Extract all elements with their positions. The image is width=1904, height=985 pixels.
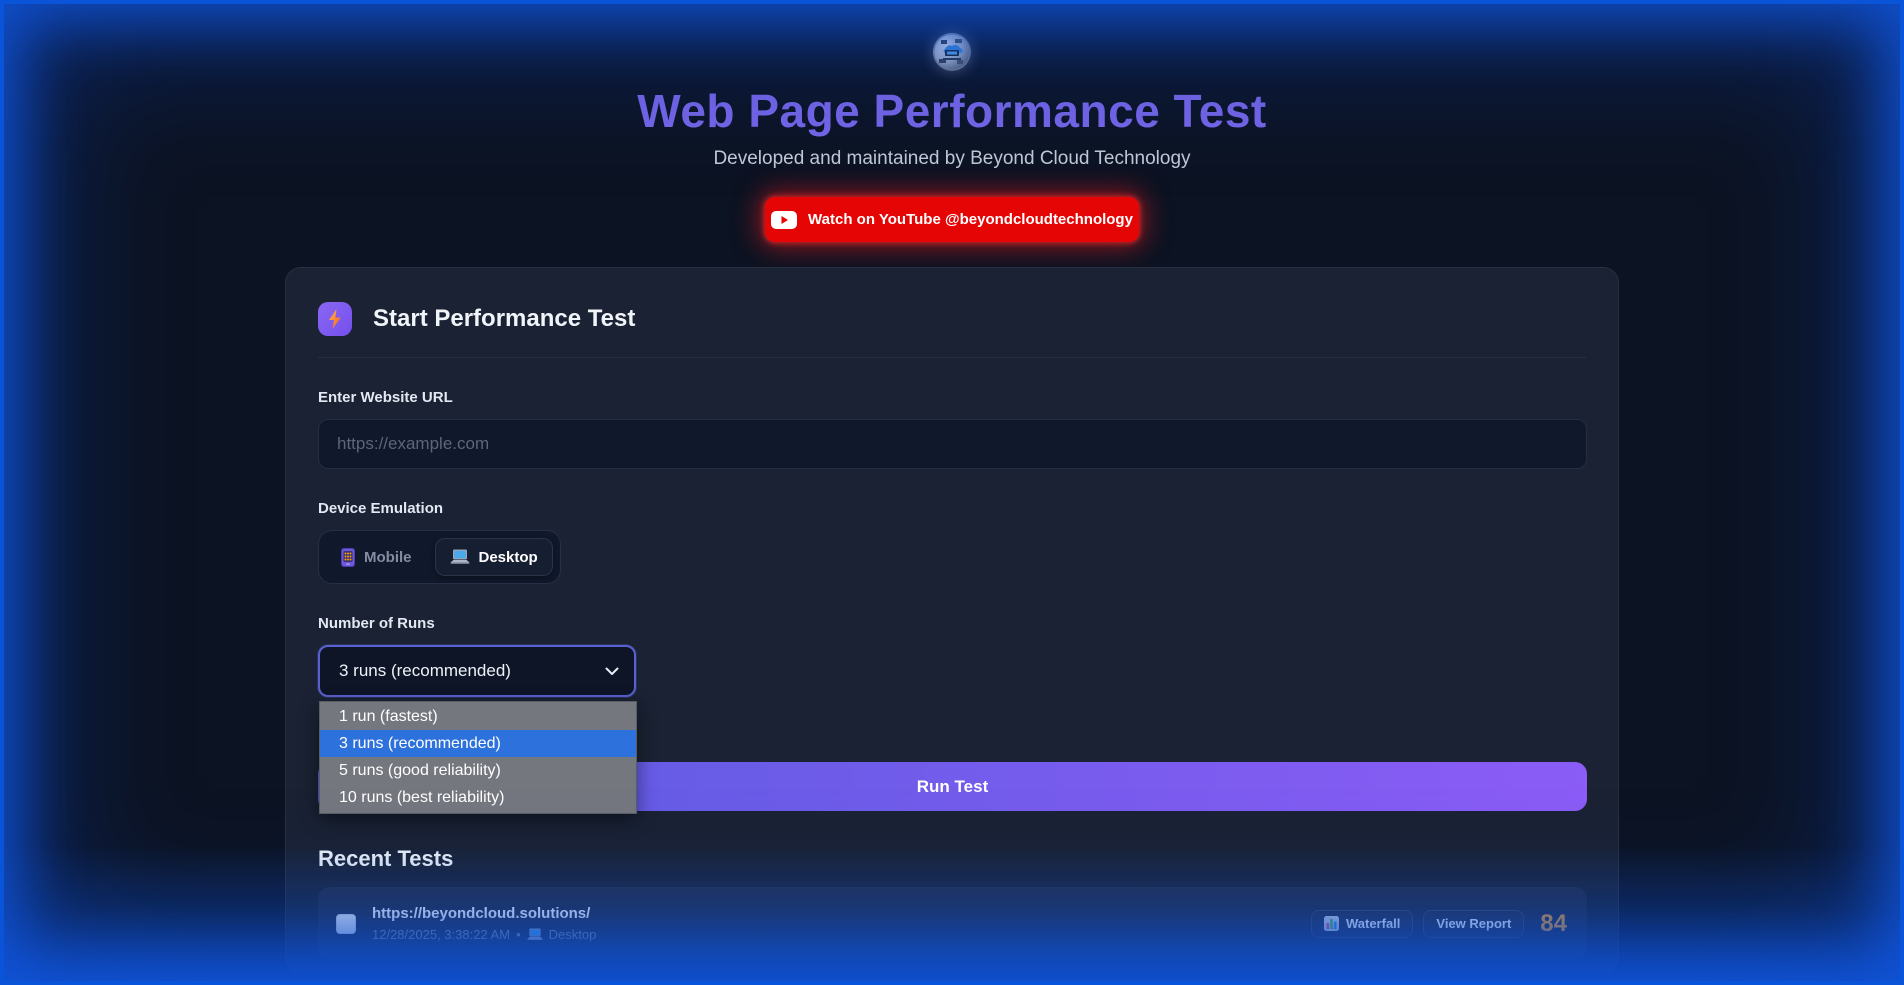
card-header: Start Performance Test — [318, 302, 1586, 336]
header-divider — [318, 357, 1586, 358]
test-row-separator: • — [516, 927, 521, 942]
view-report-button[interactable]: View Report — [1423, 910, 1524, 938]
youtube-button-label: Watch on YouTube @beyondcloudtechnology — [808, 211, 1133, 228]
performance-score: 84 — [1540, 910, 1567, 938]
lightning-icon — [318, 302, 352, 336]
runs-select[interactable]: 3 runs (recommended) — [318, 645, 636, 697]
test-row-text: https://beyondcloud.solutions/ 12/28/202… — [372, 905, 1301, 942]
runs-option-5[interactable]: 5 runs (good reliability) — [320, 757, 636, 784]
runs-select-value: 3 runs (recommended) — [339, 661, 511, 681]
website-url-input[interactable] — [318, 419, 1587, 469]
mobile-phone-icon — [341, 548, 355, 567]
bar-chart-icon — [1324, 916, 1339, 931]
test-row-timestamp: 12/28/2025, 3:38:22 AM — [372, 927, 510, 942]
test-row-checkbox[interactable] — [336, 914, 356, 934]
laptop-icon — [450, 549, 470, 565]
test-row-meta: 12/28/2025, 3:38:22 AM • Desktop — [372, 927, 1301, 942]
device-option-mobile[interactable]: Mobile — [326, 538, 427, 576]
page-subtitle: Developed and maintained by Beyond Cloud… — [0, 148, 1904, 170]
recent-tests-heading: Recent Tests — [318, 846, 1586, 872]
device-toggle-group: Mobile Desktop — [318, 530, 561, 584]
performance-test-card: Start Performance Test Enter Website URL… — [285, 267, 1619, 973]
runs-option-10[interactable]: 10 runs (best reliability) — [320, 784, 636, 811]
device-option-desktop[interactable]: Desktop — [435, 538, 553, 576]
number-of-runs-label: Number of Runs — [318, 615, 1586, 632]
laptop-icon — [527, 928, 543, 941]
card-heading: Start Performance Test — [373, 305, 635, 333]
page: Web Page Performance Test Developed and … — [0, 0, 1904, 985]
device-option-mobile-label: Mobile — [364, 549, 412, 566]
runs-option-3[interactable]: 3 runs (recommended) — [320, 730, 636, 757]
test-row-device: Desktop — [549, 927, 597, 942]
waterfall-button-label: Waterfall — [1346, 916, 1400, 931]
url-label: Enter Website URL — [318, 389, 1586, 406]
page-title: Web Page Performance Test — [0, 84, 1904, 138]
test-row-url: https://beyondcloud.solutions/ — [372, 905, 1301, 922]
recent-test-row: https://beyondcloud.solutions/ 12/28/202… — [318, 887, 1587, 960]
youtube-play-icon — [771, 211, 797, 229]
runs-dropdown: 1 run (fastest) 3 runs (recommended) 5 r… — [319, 701, 637, 814]
device-option-desktop-label: Desktop — [479, 549, 538, 566]
view-report-button-label: View Report — [1436, 916, 1511, 931]
youtube-button[interactable]: Watch on YouTube @beyondcloudtechnology — [765, 197, 1139, 242]
chevron-down-icon — [605, 667, 619, 676]
runs-select-wrap: 3 runs (recommended) 1 run (fastest) 3 r… — [318, 645, 636, 697]
waterfall-button[interactable]: Waterfall — [1311, 910, 1413, 938]
device-emulation-label: Device Emulation — [318, 500, 1586, 517]
globe-logo-icon — [933, 33, 971, 71]
runs-option-1[interactable]: 1 run (fastest) — [320, 703, 636, 730]
